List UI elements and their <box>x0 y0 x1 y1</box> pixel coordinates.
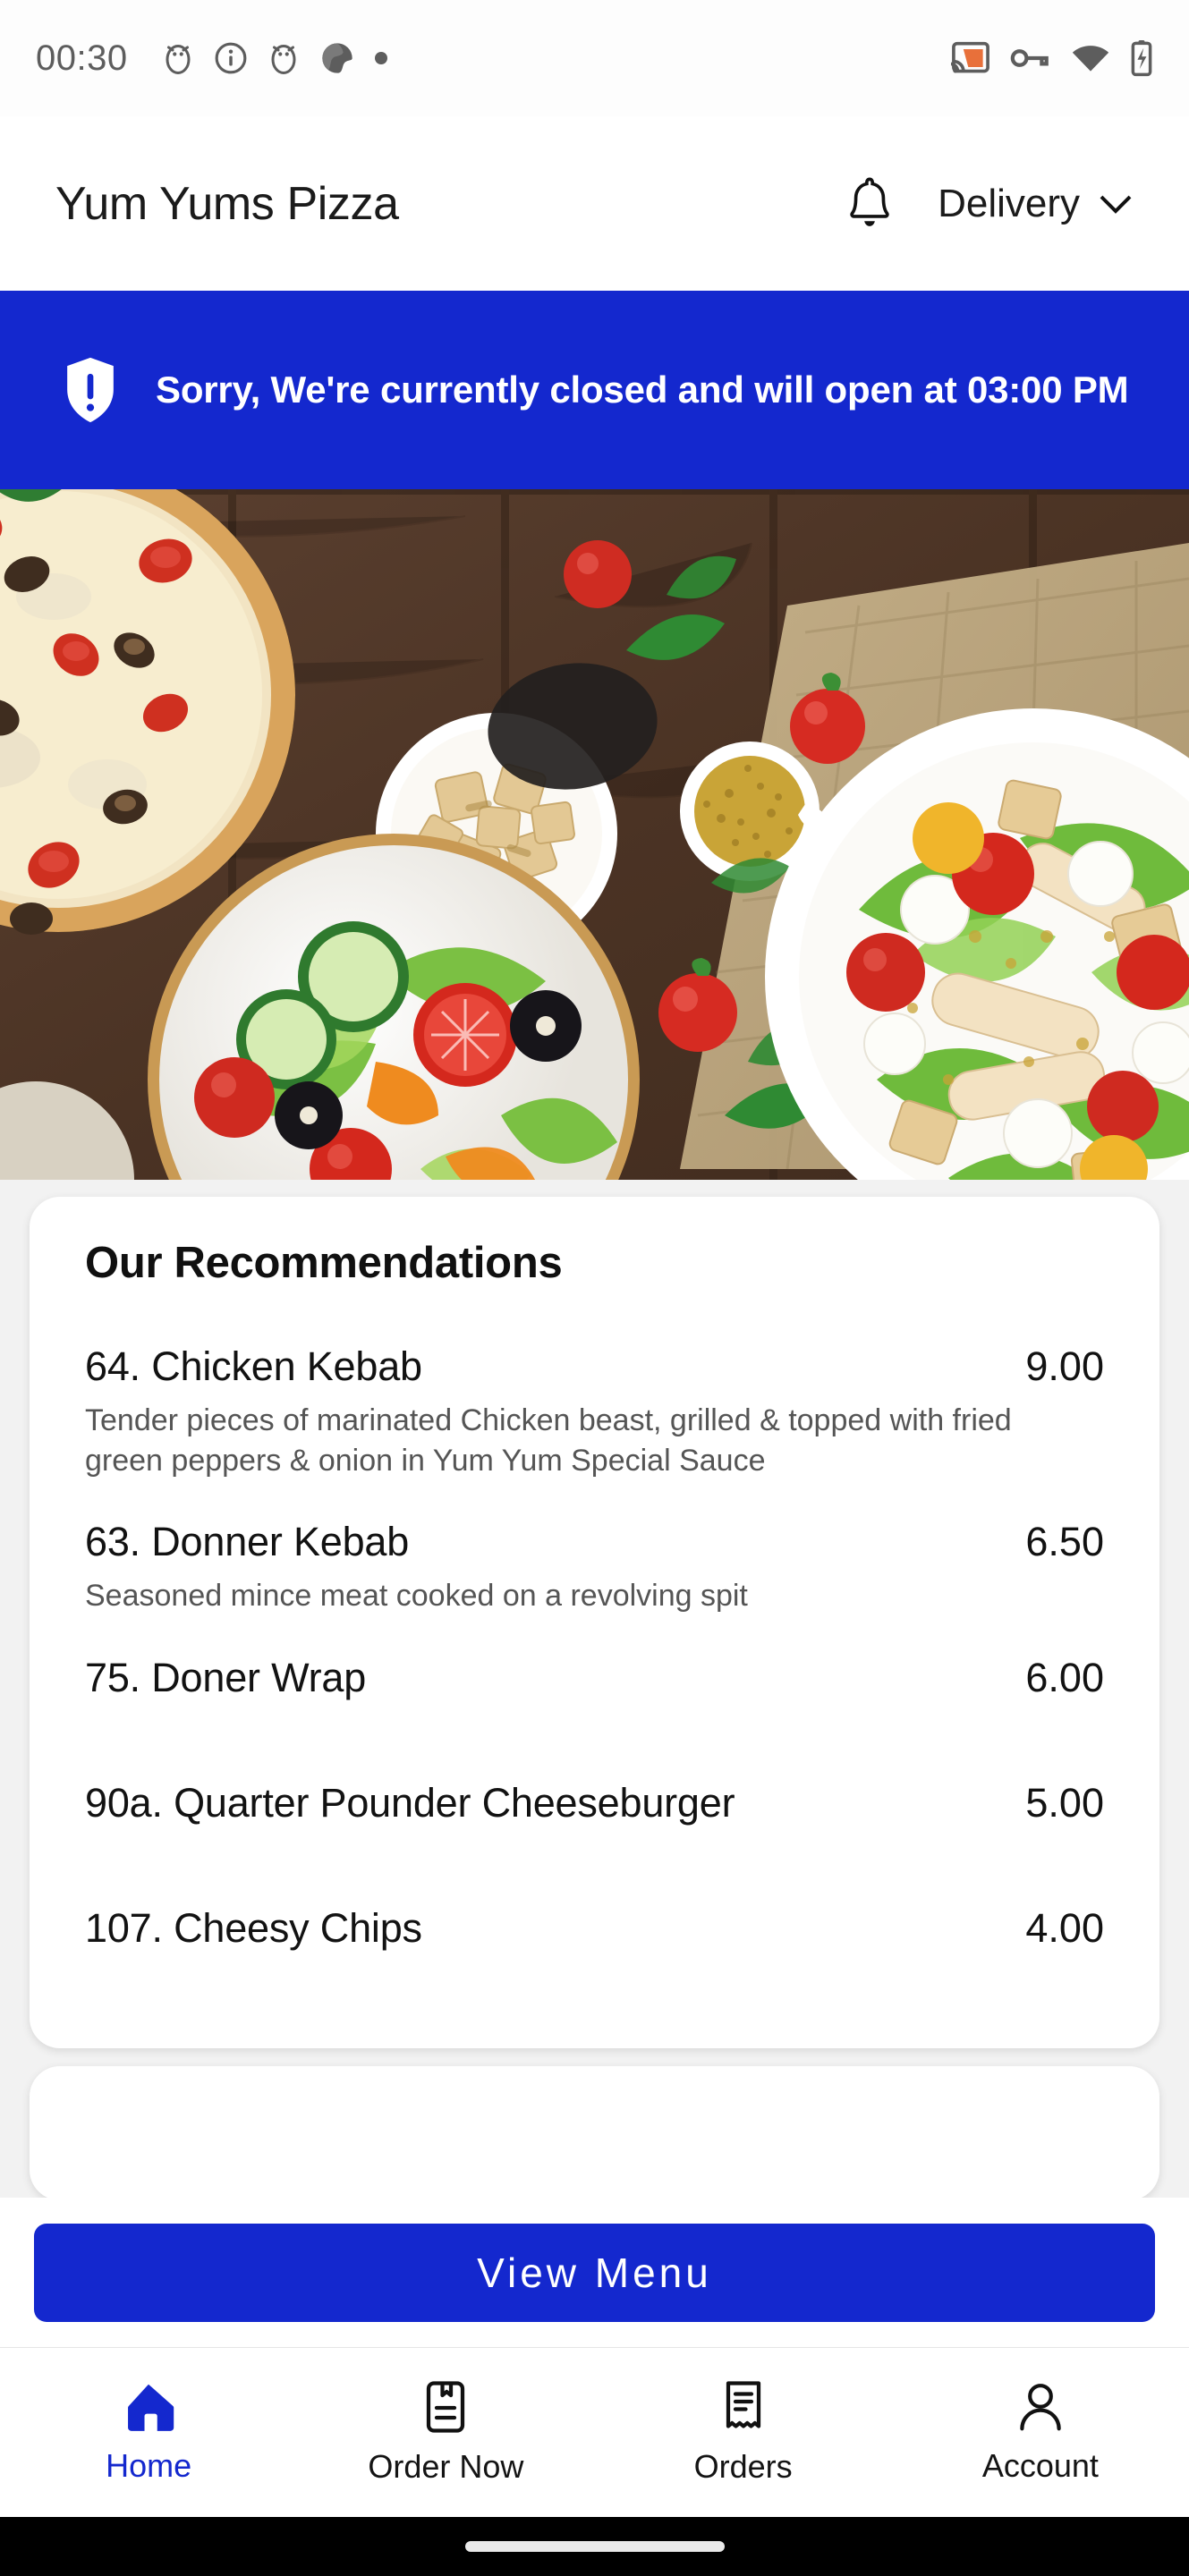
status-bar: 00:30 <box>0 0 1189 116</box>
menu-item[interactable]: 63. Donner Kebab 6.50 Seasoned mince mea… <box>85 1519 1104 1623</box>
menu-book-icon <box>427 2380 465 2433</box>
cta-footer: View Menu <box>0 2198 1189 2347</box>
nav-label: Home <box>106 2446 192 2484</box>
person-icon <box>1020 2383 1061 2430</box>
menu-item[interactable]: 64. Chicken Kebab 9.00 Tender pieces of … <box>85 1343 1104 1488</box>
menu-item-price: 5.00 <box>1025 1779 1104 1826</box>
menu-item-header: 63. Donner Kebab 6.50 <box>85 1519 1104 1565</box>
order-mode-selector[interactable]: Delivery <box>938 182 1134 226</box>
closed-status-banner: Sorry, We're currently closed and will o… <box>0 291 1189 489</box>
menu-item[interactable]: 75. Doner Wrap 6.00 <box>85 1655 1104 1744</box>
receipt-icon <box>726 2380 760 2428</box>
notifications-button[interactable] <box>843 174 896 233</box>
menu-item-name: 75. Doner Wrap <box>85 1654 367 1700</box>
shield-exclamation-icon <box>67 357 114 423</box>
nav-label: Order Now <box>368 2447 524 2485</box>
app-screen: 00:30 Yum Yums Pizza Delivery Sorry, We'… <box>0 0 1189 2576</box>
menu-item-header: 64. Chicken Kebab 9.00 <box>85 1343 1104 1390</box>
view-menu-button[interactable]: View Menu <box>34 2224 1155 2322</box>
cast-icon <box>951 41 989 73</box>
menu-item-header: 107. Cheesy Chips 4.00 <box>85 1905 1104 1952</box>
nav-item-orders[interactable]: Orders <box>595 2380 892 2486</box>
chevron-down-icon <box>1100 195 1132 214</box>
system-gesture-bar <box>0 2517 1189 2576</box>
menu-item[interactable]: 90a. Quarter Pounder Cheeseburger 5.00 <box>85 1780 1104 1869</box>
bell-icon <box>850 177 889 226</box>
app-logo-icon <box>321 43 352 73</box>
page-title: Yum Yums Pizza <box>55 177 399 230</box>
nav-item-home[interactable]: Home <box>0 2381 297 2485</box>
menu-item-price: 9.00 <box>1025 1343 1104 1389</box>
menu-item-header: 90a. Quarter Pounder Cheeseburger 5.00 <box>85 1780 1104 1826</box>
nav-label: Account <box>981 2446 1099 2484</box>
hero-illustration <box>0 489 1189 1180</box>
nav-label: Orders <box>693 2447 793 2485</box>
bottom-navigation: Home Order Now Orders Account <box>0 2347 1189 2517</box>
nav-item-account[interactable]: Account <box>892 2381 1189 2485</box>
battery-charging-icon <box>1131 40 1152 77</box>
menu-item[interactable]: 107. Cheesy Chips 4.00 <box>85 1905 1104 1995</box>
menu-item-name: 63. Donner Kebab <box>85 1519 410 1565</box>
main-content[interactable]: Our Recommendations 64. Chicken Kebab 9.… <box>0 1180 1189 2198</box>
status-bar-clock: 00:30 <box>36 38 128 78</box>
next-card-partial[interactable] <box>30 2065 1159 2198</box>
wifi-icon <box>1072 46 1109 72</box>
order-mode-label: Delivery <box>938 181 1080 225</box>
status-bar-system-icons <box>951 39 1153 77</box>
info-icon <box>215 42 247 74</box>
dot-icon <box>374 52 387 64</box>
menu-item-price: 4.00 <box>1025 1904 1104 1951</box>
home-icon <box>128 2384 174 2431</box>
vpn-key-icon <box>1010 49 1049 67</box>
menu-item-description: Tender pieces of marinated Chicken beast… <box>85 1403 1012 1479</box>
menu-item-header: 75. Doner Wrap 6.00 <box>85 1655 1104 1701</box>
menu-item-name: 107. Cheesy Chips <box>85 1904 422 1951</box>
app-header: Yum Yums Pizza Delivery <box>0 116 1189 291</box>
nav-item-order-now[interactable]: Order Now <box>297 2380 594 2486</box>
recommendations-card: Our Recommendations 64. Chicken Kebab 9.… <box>30 1197 1159 2048</box>
menu-item-price: 6.50 <box>1025 1519 1104 1565</box>
menu-item-name: 90a. Quarter Pounder Cheeseburger <box>85 1779 735 1826</box>
menu-item-description: Seasoned mince meat cooked on a revolvin… <box>85 1579 748 1614</box>
alarm-icon <box>271 45 296 74</box>
gesture-pill[interactable] <box>464 2541 725 2552</box>
recommendations-title: Our Recommendations <box>85 1239 563 1287</box>
closed-status-message: Sorry, We're currently closed and will o… <box>156 369 1129 411</box>
status-bar-notification-icons <box>162 40 387 76</box>
menu-item-name: 64. Chicken Kebab <box>85 1343 422 1389</box>
alarm-icon <box>166 45 191 74</box>
restaurant-hero-image <box>0 489 1189 1180</box>
menu-item-price: 6.00 <box>1025 1654 1104 1700</box>
